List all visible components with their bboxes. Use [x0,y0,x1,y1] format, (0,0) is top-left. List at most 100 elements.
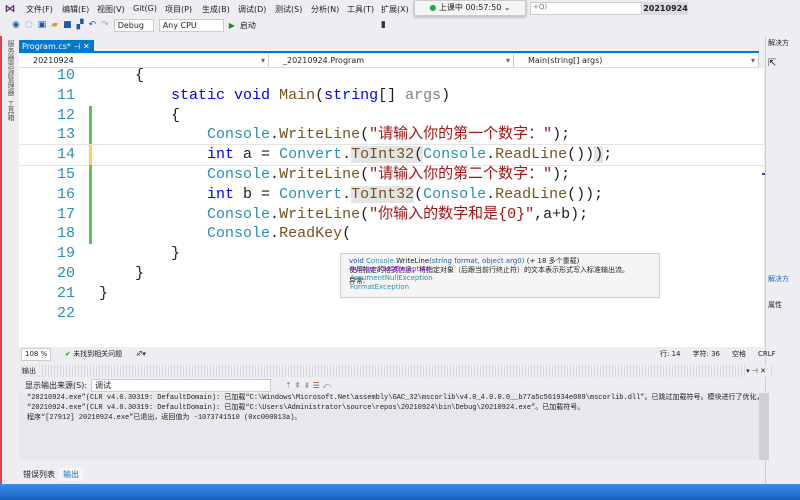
menu-git[interactable]: Git(G) [133,4,157,13]
code-token: . [342,146,352,164]
code-line[interactable]: 22 [19,304,764,324]
new-item-icon[interactable]: ▣ [38,20,47,30]
class-timer[interactable]: ● 上课中 00:57:50 ⌄ [414,0,526,16]
left-tool-tabs: 服务器资源管理器 工具箱 [0,36,18,486]
code-text: } [99,244,180,264]
output-panel-header: 输出 ▾ ⊣ ✕ [19,365,774,377]
exception-item[interactable]: FormatException [350,283,433,292]
editor-status-bar: 108 % ✔ 未找到相关问题 ♐▾ [19,347,764,361]
code-token: b = [234,185,280,203]
line-ending[interactable]: CRLF [758,347,776,361]
code-line[interactable]: 13 Console.WriteLine("请输入你的第一个数字："); [19,125,764,146]
close-icon[interactable]: ✕ [83,42,90,51]
output-title: 输出 [22,367,40,375]
menu-test[interactable]: 测试(S) [275,4,302,15]
member-dropdown[interactable]: Main(string[] args) ▾ [514,54,759,67]
project-dropdown[interactable]: 20210924 ▾ [19,54,269,67]
menu-tools[interactable]: 工具(T) [347,4,374,15]
tab-program-cs[interactable]: Program.cs* ⊣ ✕ [19,40,94,53]
menu-view[interactable]: 视图(V) [97,4,125,15]
pin-icon[interactable]: ⊣ [73,42,80,51]
indent-mode[interactable]: 空格 [732,347,746,361]
menu-analyze[interactable]: 分析(N) [311,4,339,15]
brush-icon[interactable]: ♐▾ [136,350,146,358]
back-icon[interactable]: ◉ [12,20,20,30]
line-number: 20 [56,265,75,282]
code-token: args [405,86,442,104]
properties-title[interactable]: 属性 [768,300,782,310]
search-input[interactable]: +Q) [530,2,642,15]
output-source-select[interactable]: 调试 [91,379,272,392]
code-text: Console.WriteLine("请输入你的第二个数字："); [99,165,570,185]
bookmark-icon[interactable]: ▮ [381,20,386,30]
code-line[interactable]: 10 { [19,68,764,86]
line-number: 10 [56,68,75,84]
configuration-select[interactable]: Debug [113,18,154,32]
code-token: ( [315,86,325,104]
start-icon[interactable]: ▶ [229,21,235,30]
pointer-icon[interactable]: ⇱ [768,58,798,69]
forward-icon[interactable]: ○ [25,20,33,30]
code-line[interactable]: 15 Console.WriteLine("请输入你的第二个数字："); [19,165,764,185]
code-text: Console.WriteLine("你输入的数字和是{0}",a+b); [99,205,588,225]
exception-item[interactable]: ArgumentNullException [350,274,433,283]
taskbar [0,484,800,500]
code-token: Convert [279,146,343,164]
code-line[interactable]: 17 Console.WriteLine("你输入的数字和是{0}",a+b); [19,204,764,225]
menu-extensions[interactable]: 扩展(X) [381,4,409,15]
start-button[interactable]: 启动 [240,20,256,31]
toolbar: ◉ ○ ▣ ▰ ■ ▞ ↶ ↷ Debug Any CPU ▶ 启动 ▮ [0,17,800,33]
menu-project[interactable]: 项目(P) [165,4,192,15]
server-explorer-tab[interactable]: 服务器资源管理器 [6,40,16,96]
code-token: Console [207,225,271,243]
solution-explorer-title[interactable]: 解决方 [766,36,800,50]
document-tabs: Program.cs* ⊣ ✕ [19,40,759,53]
zoom-select[interactable]: 108 % [21,347,51,361]
output-line: “20210924.exe”(CLR v4.0.30319: DefaultDo… [27,394,759,402]
exception-item[interactable]: System.IO.IOException [350,265,433,274]
code-text: } [99,284,108,304]
output-source-row: 显示输出来源(S): 调试 ⇡ ⇞ ⇟ ☰ ⤺ [19,378,774,393]
check-icon: ✔ [65,350,71,358]
change-marker [89,224,92,245]
status-dot-icon: ● [429,3,439,12]
code-token: ()) [567,146,595,164]
menu-debug[interactable]: 调试(D) [238,4,266,15]
toolbox-tab[interactable]: 工具箱 [6,100,16,121]
output-scrollbar[interactable] [759,393,769,460]
code-token: string [324,86,379,104]
menu-build[interactable]: 生成(B) [202,4,230,15]
menu-file[interactable]: 文件(F) [26,4,53,15]
code-line[interactable]: 14 int a = Convert.ToInt32(Console.ReadL… [19,144,764,167]
tooltip-class: Console. [366,257,397,265]
undo-icon[interactable]: ↶ [89,20,97,30]
tab-error-list[interactable]: 错误列表 [19,468,59,481]
code-line[interactable]: 16 int b = Convert.ToInt32(Console.ReadL… [19,184,764,205]
tab-output[interactable]: 输出 [59,468,83,481]
platform-select[interactable]: Any CPU [158,18,224,32]
output-source-label: 显示输出来源(S): [25,381,88,390]
code-token: "请输入你的第二个数字：" [369,166,553,183]
class-dropdown[interactable]: _20210924.Program ▾ [269,54,514,67]
panel-controls-icon[interactable]: ▾ ⊣ ✕ [746,365,770,377]
code-token: Console [207,126,271,144]
save-all-icon[interactable]: ▞ [77,20,84,30]
open-icon[interactable]: ▰ [51,20,58,30]
code-line[interactable]: 18 Console.ReadKey( [19,224,764,245]
code-token: void [234,86,271,104]
menu-edit[interactable]: 编辑(E) [62,4,89,15]
code-token: { [171,106,181,124]
output-text[interactable]: “20210924.exe”(CLR v4.0.30319: DefaultDo… [19,393,759,460]
line-number: 13 [56,126,75,144]
output-toolbar-icons[interactable]: ⇡ ⇞ ⇟ ☰ ⤺ [285,381,331,391]
line-number: 17 [56,205,75,223]
redo-icon[interactable]: ↷ [101,20,109,30]
line-number: 21 [56,284,75,302]
issues-indicator[interactable]: ✔ 未找到相关问题 [65,349,122,359]
code-line[interactable]: 11 static void Main(string[] args) [19,86,764,106]
code-line[interactable]: 12 { [19,105,764,126]
save-icon[interactable]: ■ [63,20,72,30]
code-editor[interactable]: 10 {11 static void Main(string[] args) 12… [19,68,764,347]
solution-explorer-link[interactable]: 解决方 [768,274,789,284]
